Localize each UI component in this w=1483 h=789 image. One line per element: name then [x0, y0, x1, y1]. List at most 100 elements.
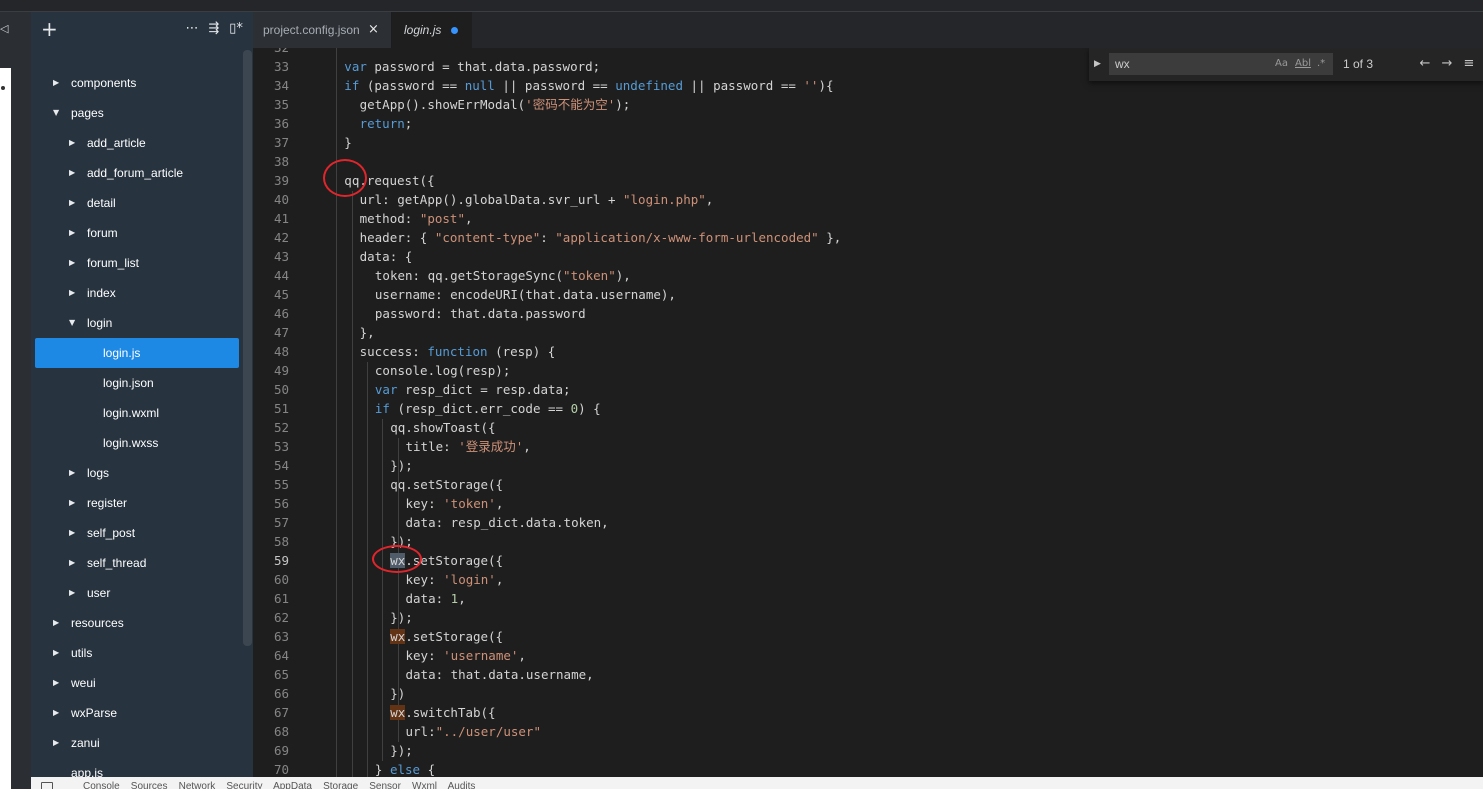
tree-item-self-post[interactable]: ▶ self_post	[31, 518, 253, 548]
tree-item-forum[interactable]: ▶ forum	[31, 218, 253, 248]
tree-item-user[interactable]: ▶ user	[31, 578, 253, 608]
code-line[interactable]: var password = that.data.password;	[344, 57, 600, 76]
code-line[interactable]: header: { "content-type": "application/x…	[360, 228, 842, 247]
code-line[interactable]: });	[390, 741, 413, 760]
next-match-icon[interactable]: →	[1439, 56, 1455, 72]
tree-item-login-wxml[interactable]: login.wxml	[31, 398, 253, 428]
tree-item-register[interactable]: ▶ register	[31, 488, 253, 518]
code-line[interactable]: })	[390, 684, 405, 703]
chevron-right-icon[interactable]: ▶	[53, 728, 63, 758]
chevron-right-icon[interactable]: ▶	[69, 488, 79, 518]
code-line[interactable]: data: that.data.username,	[406, 665, 594, 684]
chevron-right-icon[interactable]: ▶	[53, 698, 63, 728]
find-in-selection-icon[interactable]: ≡	[1461, 56, 1477, 72]
code-token: key:	[405, 496, 444, 511]
chevron-right-icon[interactable]: ▶	[69, 248, 79, 278]
code-line[interactable]: });	[390, 456, 413, 475]
code-line[interactable]: success: function (resp) {	[360, 342, 556, 361]
code-line[interactable]: data: {	[360, 247, 413, 266]
tree-item-weui[interactable]: ▶ weui	[31, 668, 253, 698]
find-input[interactable]: wx Aa Abl .*	[1109, 53, 1333, 75]
close-icon[interactable]: ×	[368, 12, 379, 48]
chevron-right-icon[interactable]: ▶	[53, 608, 63, 638]
tree-item-label: pages	[71, 106, 104, 120]
line-number: 64	[273, 648, 289, 663]
tree-item-login-json[interactable]: login.json	[31, 368, 253, 398]
code-area[interactable]: var password = that.data.password; if (pa…	[329, 48, 1479, 777]
code-line[interactable]: } else {	[375, 760, 435, 777]
tree-item-forum-list[interactable]: ▶ forum_list	[31, 248, 253, 278]
code-line[interactable]: key: 'token',	[406, 494, 504, 513]
collapse-icon[interactable]: ⇶	[207, 21, 221, 37]
code-line[interactable]: wx.setStorage({	[390, 627, 503, 646]
chevron-right-icon[interactable]: ▶	[69, 158, 79, 188]
code-line[interactable]: wx.switchTab({	[390, 703, 496, 722]
code-line[interactable]: data: resp_dict.data.token,	[406, 513, 609, 532]
code-line[interactable]: return;	[360, 114, 413, 133]
tree-item-app-js[interactable]: app.js	[31, 758, 253, 777]
explorer-scrollbar[interactable]	[243, 50, 252, 646]
plus-icon[interactable]: +	[41, 18, 58, 40]
code-line[interactable]: qq.showToast({	[390, 418, 495, 437]
match-case-icon[interactable]: Aa	[1275, 53, 1288, 75]
chevron-right-icon[interactable]: ▶	[69, 218, 79, 248]
code-line[interactable]: var resp_dict = resp.data;	[375, 380, 571, 399]
tree-item-logs[interactable]: ▶ logs	[31, 458, 253, 488]
tree-item-login-wxss[interactable]: login.wxss	[31, 428, 253, 458]
code-line[interactable]: url:"../user/user"	[406, 722, 541, 741]
code-editor[interactable]: 32 33 34 35 36 37 38 39 40 41 42 43 44 45 46 47 48 49 50 51…	[253, 48, 1483, 777]
code-line[interactable]: if (password == null || password == unde…	[344, 76, 833, 95]
chevron-right-icon[interactable]: ▶	[53, 68, 63, 98]
tree-item-self-thread[interactable]: ▶ self_thread	[31, 548, 253, 578]
chevron-right-icon[interactable]: ▶	[69, 278, 79, 308]
code-line[interactable]: qq.setStorage({	[390, 475, 503, 494]
tree-item-components[interactable]: ▶ components	[31, 68, 253, 98]
code-line[interactable]: getApp().showErrModal('密码不能为空');	[360, 95, 631, 114]
collapse-left-icon[interactable]: ◁	[0, 22, 12, 36]
tree-item-resources[interactable]: ▶ resources	[31, 608, 253, 638]
whole-word-icon[interactable]: Abl	[1295, 53, 1311, 75]
code-line[interactable]: data: 1,	[406, 589, 466, 608]
code-line[interactable]: key: 'login',	[406, 570, 504, 589]
chevron-right-icon[interactable]: ▶	[69, 548, 79, 578]
more-icon[interactable]: ⋯	[185, 21, 199, 37]
tree-item-zanui[interactable]: ▶ zanui	[31, 728, 253, 758]
tree-item-login[interactable]: ▼ login	[31, 308, 253, 338]
code-line[interactable]: key: 'username',	[406, 646, 526, 665]
chevron-down-icon[interactable]: ▼	[53, 98, 63, 128]
split-icon[interactable]: ▯*	[229, 21, 243, 37]
code-line[interactable]: console.log(resp);	[375, 361, 510, 380]
chevron-right-icon[interactable]: ▶	[69, 458, 79, 488]
chevron-right-icon[interactable]: ▶	[53, 638, 63, 668]
chevron-right-icon[interactable]: ▶	[69, 578, 79, 608]
code-line[interactable]: });	[390, 608, 413, 627]
tree-item-wxparse[interactable]: ▶ wxParse	[31, 698, 253, 728]
tab-login-js[interactable]: login.js	[392, 12, 472, 48]
tree-item-login-js[interactable]: login.js	[31, 338, 253, 368]
code-line[interactable]: url: getApp().globalData.svr_url + "logi…	[360, 190, 714, 209]
chevron-right-icon[interactable]: ▶	[69, 128, 79, 158]
code-line[interactable]: password: that.data.password	[375, 304, 586, 323]
panel-icon[interactable]	[41, 782, 53, 789]
code-line[interactable]: method: "post",	[360, 209, 473, 228]
code-line[interactable]: token: qq.getStorageSync("token"),	[375, 266, 631, 285]
code-line[interactable]: title: '登录成功',	[406, 437, 531, 456]
tree-item-pages[interactable]: ▼ pages	[31, 98, 253, 128]
code-line[interactable]: username: encodeURI(that.data.username),	[375, 285, 676, 304]
tree-item-utils[interactable]: ▶ utils	[31, 638, 253, 668]
previous-match-icon[interactable]: ←	[1417, 56, 1433, 72]
tab-project-config[interactable]: project.config.json ×	[253, 12, 392, 48]
code-line[interactable]: if (resp_dict.err_code == 0) {	[375, 399, 601, 418]
chevron-right-icon[interactable]: ▶	[69, 188, 79, 218]
tree-item-add-forum-article[interactable]: ▶ add_forum_article	[31, 158, 253, 188]
chevron-down-icon[interactable]: ▼	[69, 308, 79, 338]
code-line[interactable]: }	[344, 133, 352, 152]
regex-icon[interactable]: .*	[1317, 53, 1325, 75]
chevron-right-icon[interactable]: ▶	[69, 518, 79, 548]
chevron-right-icon[interactable]: ▶	[53, 668, 63, 698]
tree-item-index[interactable]: ▶ index	[31, 278, 253, 308]
tree-item-detail[interactable]: ▶ detail	[31, 188, 253, 218]
code-line[interactable]: },	[360, 323, 375, 342]
tree-item-add-article[interactable]: ▶ add_article	[31, 128, 253, 158]
toggle-replace-icon[interactable]: ▶	[1094, 56, 1104, 72]
